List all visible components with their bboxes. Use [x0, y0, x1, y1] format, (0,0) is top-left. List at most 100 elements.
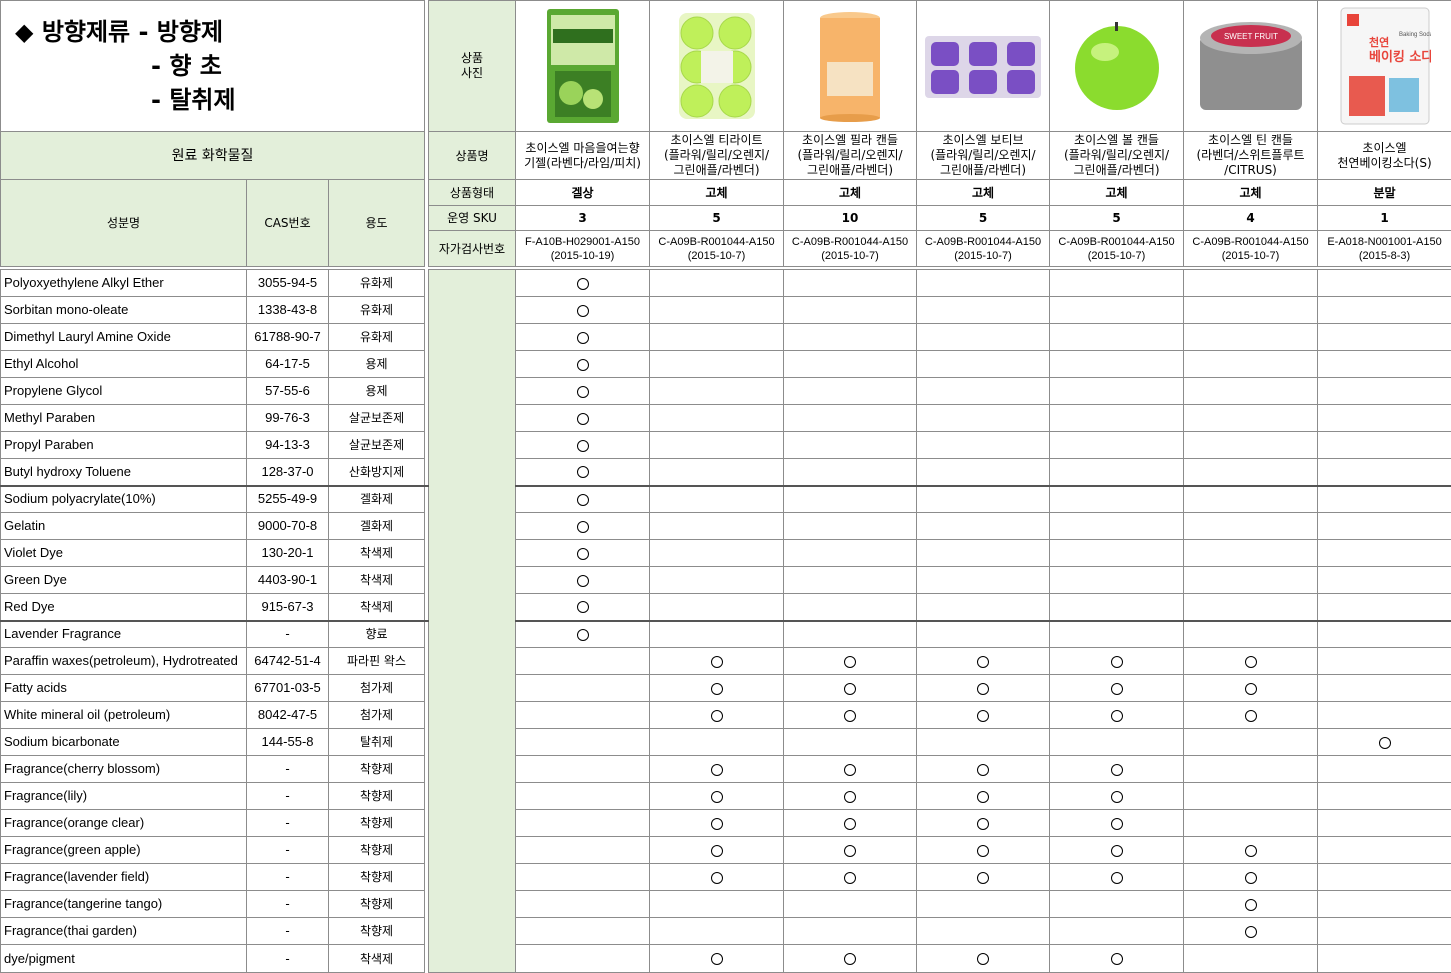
usage-cell	[917, 729, 1050, 756]
usage-cell	[650, 918, 784, 945]
cas-number: -	[247, 945, 329, 973]
usage-mark-icon	[844, 764, 856, 776]
gap-cell	[425, 783, 429, 810]
usage-cell	[1318, 918, 1451, 945]
usage-cell	[650, 810, 784, 837]
usage-cell	[1050, 675, 1184, 702]
ingredient-name: Butyl hydroxy Toluene	[1, 459, 247, 486]
usage-mark-icon	[577, 440, 589, 452]
usage-cell	[917, 621, 1050, 648]
usage-cell	[1050, 567, 1184, 594]
usage-mark-icon	[1245, 845, 1257, 857]
usage-mark-icon	[977, 872, 989, 884]
ingredient-name: Lavender Fragrance	[1, 621, 247, 648]
cas-number: 99-76-3	[247, 405, 329, 432]
usage-mark-icon	[711, 872, 723, 884]
product-form: 겔상	[516, 180, 650, 206]
usage-mark-icon	[1245, 710, 1257, 722]
usage-cell	[1318, 378, 1451, 405]
ingredient-use: 탈취제	[329, 729, 425, 756]
usage-cell	[650, 837, 784, 864]
ingredient-name: Fragrance(cherry blossom)	[1, 756, 247, 783]
usage-cell	[650, 567, 784, 594]
usage-cell	[1184, 324, 1318, 351]
usage-cell	[784, 459, 917, 486]
usage-cell	[917, 405, 1050, 432]
usage-cell	[917, 594, 1050, 621]
product-photo-cell: SWEET FRUIT	[1184, 1, 1318, 132]
ingredient-use: 겔화제	[329, 486, 425, 513]
ingredient-name: Fragrance(tangerine tango)	[1, 891, 247, 918]
table-row: Fragrance(cherry blossom)-착향제	[1, 756, 1451, 783]
product-photo-cell	[516, 1, 650, 132]
usage-cell	[1184, 918, 1318, 945]
usage-cell	[516, 513, 650, 540]
usage-cell	[1184, 891, 1318, 918]
cas-number: 1338-43-8	[247, 297, 329, 324]
usage-cell	[1318, 675, 1451, 702]
svg-text:천연: 천연	[1369, 35, 1389, 49]
usage-cell	[516, 405, 650, 432]
ingredient-name: Sorbitan mono-oleate	[1, 297, 247, 324]
photo-label: 상품사진	[429, 1, 516, 132]
product-photo-cell	[917, 1, 1050, 132]
ingredient-name: Green Dye	[1, 567, 247, 594]
usage-cell	[650, 297, 784, 324]
raw-chem-header: 원료 화학물질	[1, 132, 425, 180]
usage-cell	[784, 864, 917, 891]
inspection-code: F-A10B-H029001-A150	[516, 235, 649, 249]
usage-cell	[784, 270, 917, 297]
gap-cell	[425, 729, 429, 756]
usage-cell	[784, 702, 917, 729]
usage-cell	[516, 594, 650, 621]
cas-number: -	[247, 891, 329, 918]
usage-cell	[1318, 432, 1451, 459]
usage-mark-icon	[977, 710, 989, 722]
usage-cell	[1318, 702, 1451, 729]
usage-mark-icon	[977, 683, 989, 695]
usage-cell	[1050, 756, 1184, 783]
usage-mark-icon	[844, 953, 856, 965]
usage-cell	[917, 918, 1050, 945]
cas-number: -	[247, 783, 329, 810]
ingredient-use: 첨가제	[329, 702, 425, 729]
ingredient-name: Ethyl Alcohol	[1, 351, 247, 378]
usage-mark-icon	[577, 629, 589, 641]
usage-cell	[1184, 459, 1318, 486]
usage-cell	[1184, 567, 1318, 594]
usage-cell	[650, 432, 784, 459]
usage-cell	[1184, 864, 1318, 891]
product-form: 고체	[784, 180, 917, 206]
inspection-date: (2015-10-7)	[1184, 249, 1317, 263]
usage-mark-icon	[977, 818, 989, 830]
usage-cell	[784, 810, 917, 837]
usage-cell	[1050, 945, 1184, 973]
usage-cell	[784, 378, 917, 405]
usage-cell	[784, 513, 917, 540]
usage-cell	[784, 594, 917, 621]
usage-cell	[917, 945, 1050, 973]
table-row: White mineral oil (petroleum)8042-47-5첨가…	[1, 702, 1451, 729]
ingredient-use: 착향제	[329, 756, 425, 783]
table-row: ◆ 방향제류 - 방향제- 향 초- 탈취제상품사진SWEET FRUIT천연베…	[1, 1, 1451, 132]
ingredient-use: 착색제	[329, 567, 425, 594]
usage-cell	[516, 675, 650, 702]
usage-cell	[1184, 729, 1318, 756]
ingredient-use: 유화제	[329, 324, 425, 351]
usage-cell	[650, 729, 784, 756]
usage-cell	[516, 621, 650, 648]
table-row: Violet Dye130-20-1착색제	[1, 540, 1451, 567]
usage-mark-icon	[977, 845, 989, 857]
ingredient-table: ◆ 방향제류 - 방향제- 향 초- 탈취제상품사진SWEET FRUIT천연베…	[0, 0, 1451, 973]
usage-mark-icon	[977, 953, 989, 965]
usage-cell	[917, 540, 1050, 567]
svg-text:Baking Soda: Baking Soda	[1399, 32, 1431, 38]
usage-cell	[1318, 324, 1451, 351]
usage-mark-icon	[577, 278, 589, 290]
table-row: Fragrance(green apple)-착향제	[1, 837, 1451, 864]
usage-cell	[516, 540, 650, 567]
usage-cell	[917, 891, 1050, 918]
usage-cell	[917, 567, 1050, 594]
usage-cell	[650, 486, 784, 513]
cas-number: 915-67-3	[247, 594, 329, 621]
